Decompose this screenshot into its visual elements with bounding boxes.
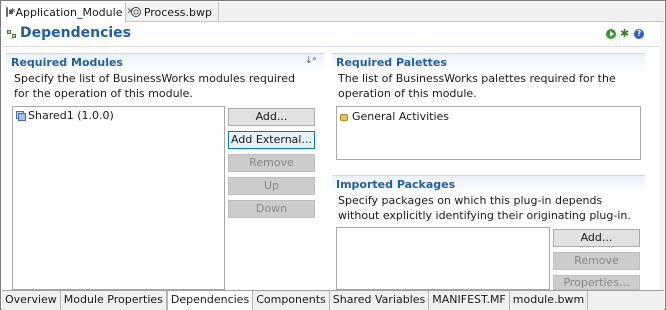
- dependencies-icon: [7, 30, 17, 40]
- header-toolbar: ✱ ?: [606, 28, 644, 39]
- tab-label: *Application_Module: [10, 5, 123, 19]
- tab-module-bwm[interactable]: module.bwm: [509, 291, 589, 310]
- imported-packages-list[interactable]: [336, 227, 550, 290]
- run-icon[interactable]: [606, 29, 616, 39]
- remove-package-button[interactable]: Remove: [553, 252, 640, 270]
- page-header: Dependencies ✱ ?: [2, 22, 664, 47]
- gear-icon[interactable]: ✱: [620, 28, 630, 39]
- tab-shared-variables[interactable]: Shared Variables: [329, 291, 430, 310]
- shared-module-icon: [15, 110, 26, 121]
- tab-module-properties[interactable]: Module Properties: [60, 291, 167, 310]
- properties-button[interactable]: Properties...: [553, 275, 640, 290]
- tab-dependencies[interactable]: Dependencies: [166, 291, 254, 310]
- up-button[interactable]: Up: [228, 177, 315, 195]
- tab-manifest-mf[interactable]: MANIFEST.MF: [429, 291, 510, 310]
- list-item-label: Shared1 (1.0.0): [28, 109, 114, 122]
- process-icon: [131, 7, 141, 17]
- editor-tab-bar: *Application_Module ✕ Process.bwp: [2, 2, 664, 22]
- sort-icon[interactable]: ↓ᵃ: [305, 56, 316, 66]
- list-item[interactable]: General Activities: [340, 110, 449, 123]
- required-modules-description: Specify the list of BusinessWorks module…: [14, 72, 295, 100]
- page-title: Dependencies: [20, 25, 132, 41]
- required-palettes-description: The list of BusinessWorks palettes requi…: [338, 72, 616, 100]
- module-icon: [6, 7, 13, 17]
- help-icon[interactable]: ?: [634, 29, 644, 39]
- required-palettes-title: Required Palettes: [336, 56, 447, 69]
- imported-packages-description: Specify packages on which this plug-in d…: [338, 194, 631, 222]
- required-modules-title: Required Modules: [11, 56, 123, 69]
- editor-window: *Application_Module ✕ Process.bwp Depend…: [0, 0, 666, 310]
- tab-components[interactable]: Components: [253, 291, 330, 310]
- tab-process-bwp[interactable]: Process.bwp: [127, 2, 219, 22]
- down-button[interactable]: Down: [228, 200, 315, 218]
- tab-application-module[interactable]: *Application_Module ✕: [2, 2, 134, 22]
- palette-icon: [340, 112, 350, 122]
- add-external-button[interactable]: Add External...: [228, 131, 315, 149]
- required-palettes-list[interactable]: General Activities: [336, 106, 641, 160]
- add-module-button[interactable]: Add...: [228, 108, 315, 126]
- vertical-scrollbar[interactable]: [660, 22, 664, 290]
- list-item-label: General Activities: [352, 110, 450, 123]
- list-item[interactable]: Shared1 (1.0.0): [15, 109, 114, 122]
- add-package-button[interactable]: Add...: [553, 229, 640, 247]
- required-modules-list[interactable]: Shared1 (1.0.0): [12, 106, 225, 290]
- tab-overview[interactable]: Overview: [2, 291, 61, 310]
- bottom-tab-bar: Overview Module Properties Dependencies …: [2, 290, 664, 310]
- tab-label: Process.bwp: [143, 5, 212, 19]
- remove-module-button[interactable]: Remove: [228, 154, 315, 172]
- imported-packages-title: Imported Packages: [336, 178, 456, 191]
